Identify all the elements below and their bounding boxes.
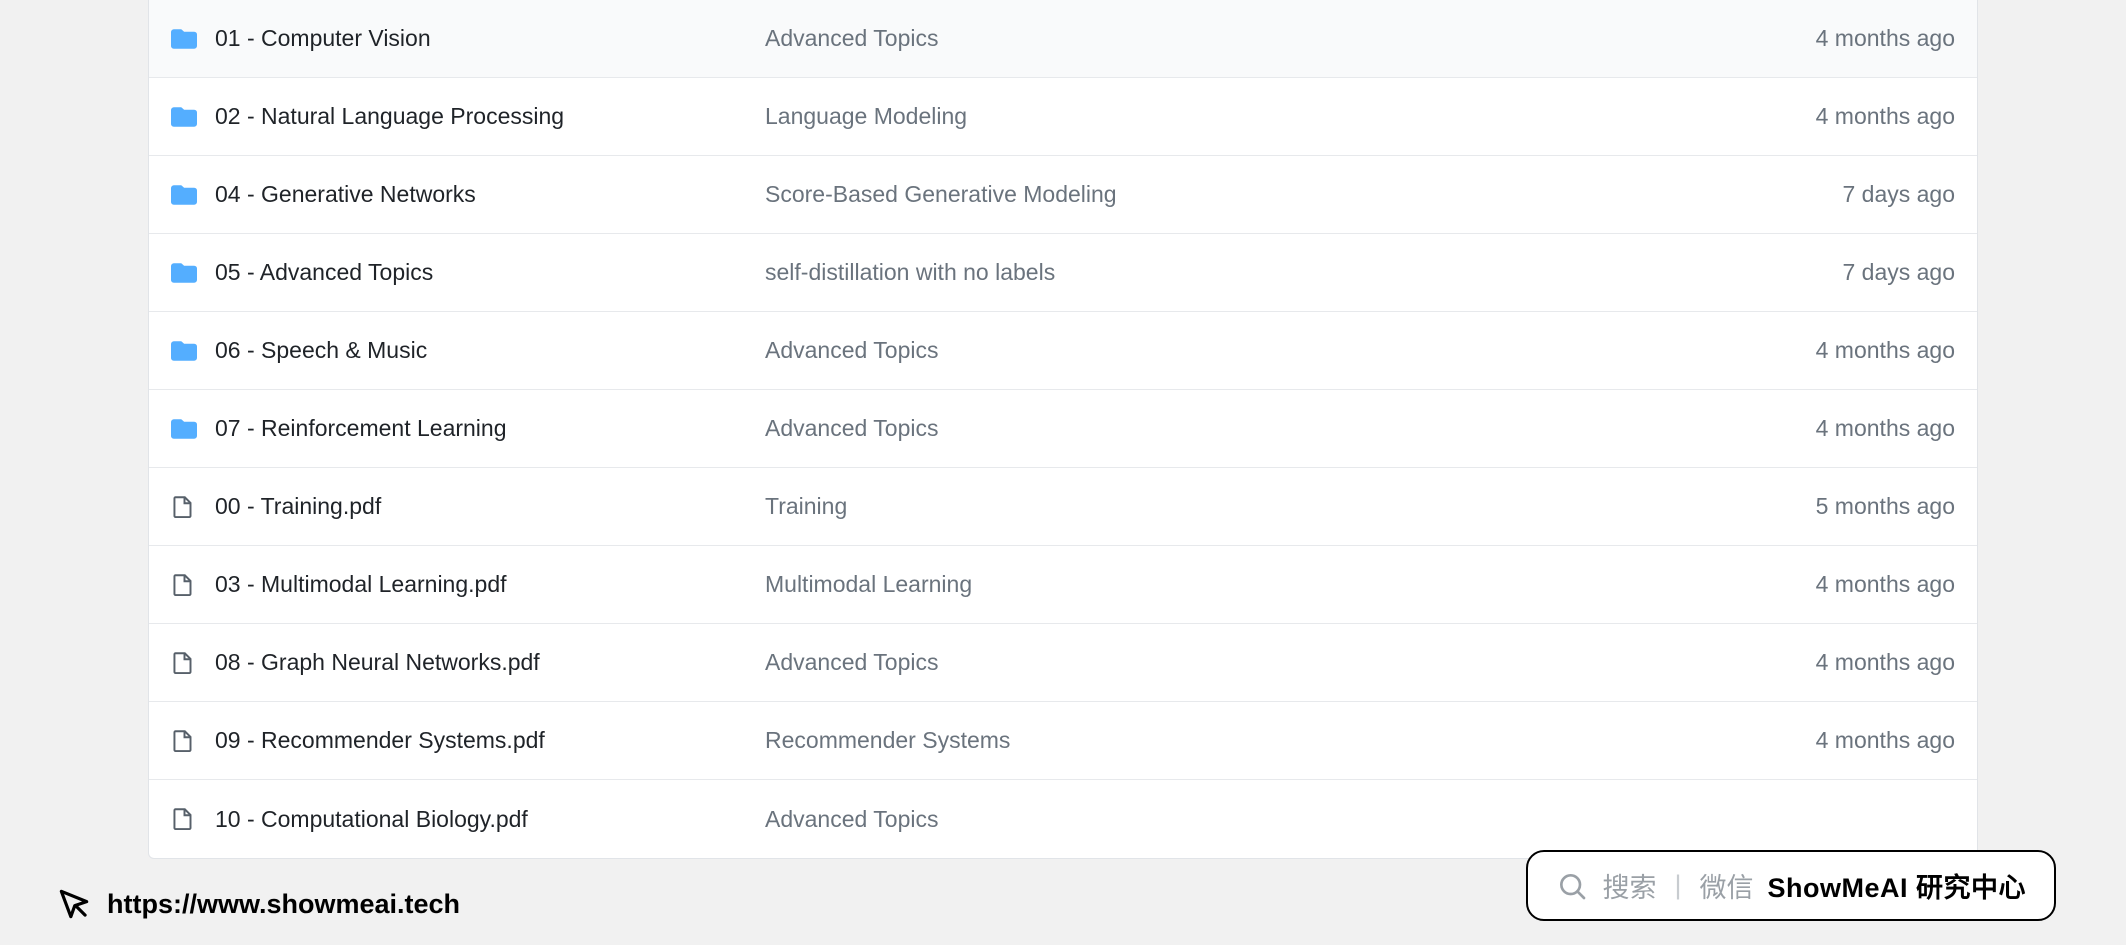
item-time: 5 months ago — [1695, 493, 1955, 520]
folder-icon — [171, 104, 215, 130]
file-row[interactable]: 03 - Multimodal Learning.pdfMultimodal L… — [149, 546, 1977, 624]
item-time: 7 days ago — [1695, 181, 1955, 208]
file-row[interactable]: 09 - Recommender Systems.pdfRecommender … — [149, 702, 1977, 780]
file-row[interactable]: 08 - Graph Neural Networks.pdfAdvanced T… — [149, 624, 1977, 702]
item-description[interactable]: Advanced Topics — [765, 337, 1695, 364]
item-time: 4 months ago — [1695, 415, 1955, 442]
item-description[interactable]: Advanced Topics — [765, 415, 1695, 442]
item-name[interactable]: 10 - Computational Biology.pdf — [215, 806, 765, 833]
item-description[interactable]: Multimodal Learning — [765, 571, 1695, 598]
item-description[interactable]: Advanced Topics — [765, 25, 1695, 52]
item-description[interactable]: Advanced Topics — [765, 806, 1695, 833]
file-icon — [171, 807, 215, 831]
item-time: 7 days ago — [1695, 259, 1955, 286]
search-placeholder: 搜索 — [1602, 866, 1656, 905]
file-row[interactable]: 00 - Training.pdfTraining5 months ago — [149, 468, 1977, 546]
item-time: 4 months ago — [1695, 571, 1955, 598]
file-list: 01 - Computer VisionAdvanced Topics4 mon… — [148, 0, 1978, 859]
folder-row[interactable]: 05 - Advanced Topicsself-distillation wi… — [149, 234, 1977, 312]
item-time: 4 months ago — [1695, 727, 1955, 754]
search-hint: 微信 — [1699, 866, 1753, 905]
file-row[interactable]: 10 - Computational Biology.pdfAdvanced T… — [149, 780, 1977, 858]
item-name[interactable]: 08 - Graph Neural Networks.pdf — [215, 649, 765, 676]
folder-icon — [171, 416, 215, 442]
item-name[interactable]: 05 - Advanced Topics — [215, 259, 765, 286]
file-icon — [171, 573, 215, 597]
folder-row[interactable]: 01 - Computer VisionAdvanced Topics4 mon… — [149, 0, 1977, 78]
folder-icon — [171, 338, 215, 364]
folder-icon — [171, 260, 215, 286]
file-icon — [171, 651, 215, 675]
footer-url-text: https://www.showmeai.tech — [107, 889, 460, 920]
brand-name: ShowMeAI 研究中心 — [1767, 866, 2026, 905]
separator: | — [1674, 870, 1681, 901]
folder-icon — [171, 26, 215, 52]
item-time: 4 months ago — [1695, 649, 1955, 676]
item-name[interactable]: 06 - Speech & Music — [215, 337, 765, 364]
item-description[interactable]: Advanced Topics — [765, 649, 1695, 676]
folder-row[interactable]: 02 - Natural Language ProcessingLanguage… — [149, 78, 1977, 156]
item-name[interactable]: 02 - Natural Language Processing — [215, 103, 765, 130]
item-name[interactable]: 04 - Generative Networks — [215, 181, 765, 208]
item-time: 4 months ago — [1695, 25, 1955, 52]
item-time: 4 months ago — [1695, 103, 1955, 130]
folder-icon — [171, 182, 215, 208]
search-icon — [1556, 870, 1588, 902]
item-description[interactable]: Score-Based Generative Modeling — [765, 181, 1695, 208]
cursor-click-icon — [55, 885, 93, 923]
folder-row[interactable]: 04 - Generative NetworksScore-Based Gene… — [149, 156, 1977, 234]
wechat-search-bubble[interactable]: 搜索 | 微信 ShowMeAI 研究中心 — [1526, 850, 2056, 921]
item-name[interactable]: 01 - Computer Vision — [215, 25, 765, 52]
folder-row[interactable]: 06 - Speech & MusicAdvanced Topics4 mont… — [149, 312, 1977, 390]
item-description[interactable]: Recommender Systems — [765, 727, 1695, 754]
footer-url: https://www.showmeai.tech — [55, 885, 460, 923]
item-name[interactable]: 00 - Training.pdf — [215, 493, 765, 520]
item-description[interactable]: Language Modeling — [765, 103, 1695, 130]
item-description[interactable]: Training — [765, 493, 1695, 520]
item-time: 4 months ago — [1695, 337, 1955, 364]
file-icon — [171, 495, 215, 519]
folder-row[interactable]: 07 - Reinforcement LearningAdvanced Topi… — [149, 390, 1977, 468]
item-name[interactable]: 09 - Recommender Systems.pdf — [215, 727, 765, 754]
item-name[interactable]: 07 - Reinforcement Learning — [215, 415, 765, 442]
item-name[interactable]: 03 - Multimodal Learning.pdf — [215, 571, 765, 598]
item-description[interactable]: self-distillation with no labels — [765, 259, 1695, 286]
file-icon — [171, 729, 215, 753]
